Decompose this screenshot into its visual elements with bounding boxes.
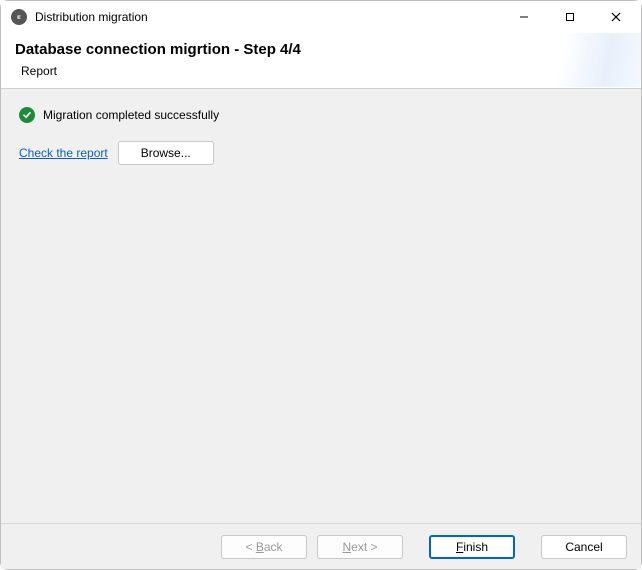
- titlebar: Distribution migration: [1, 1, 641, 33]
- wizard-step-title: Database connection migrtion - Step 4/4: [15, 41, 627, 58]
- check-report-link[interactable]: Check the report: [19, 146, 108, 160]
- maximize-button[interactable]: [547, 2, 593, 32]
- browse-button[interactable]: Browse...: [118, 141, 214, 165]
- window-title: Distribution migration: [35, 10, 148, 24]
- report-action-row: Check the report Browse...: [19, 141, 623, 165]
- wizard-step-subtitle: Report: [21, 64, 627, 78]
- next-button: Next >: [317, 535, 403, 559]
- minimize-button[interactable]: [501, 2, 547, 32]
- wizard-footer: < Back Next > Finish Cancel: [1, 524, 641, 569]
- success-check-icon: [19, 107, 35, 123]
- status-row: Migration completed successfully: [19, 107, 623, 123]
- close-button[interactable]: [593, 2, 639, 32]
- wizard-header: Database connection migrtion - Step 4/4 …: [1, 33, 641, 89]
- back-button: < Back: [221, 535, 307, 559]
- finish-button[interactable]: Finish: [429, 535, 515, 559]
- app-icon: [11, 9, 27, 25]
- cancel-button[interactable]: Cancel: [541, 535, 627, 559]
- status-message: Migration completed successfully: [43, 108, 219, 122]
- wizard-content: Migration completed successfully Check t…: [1, 89, 641, 524]
